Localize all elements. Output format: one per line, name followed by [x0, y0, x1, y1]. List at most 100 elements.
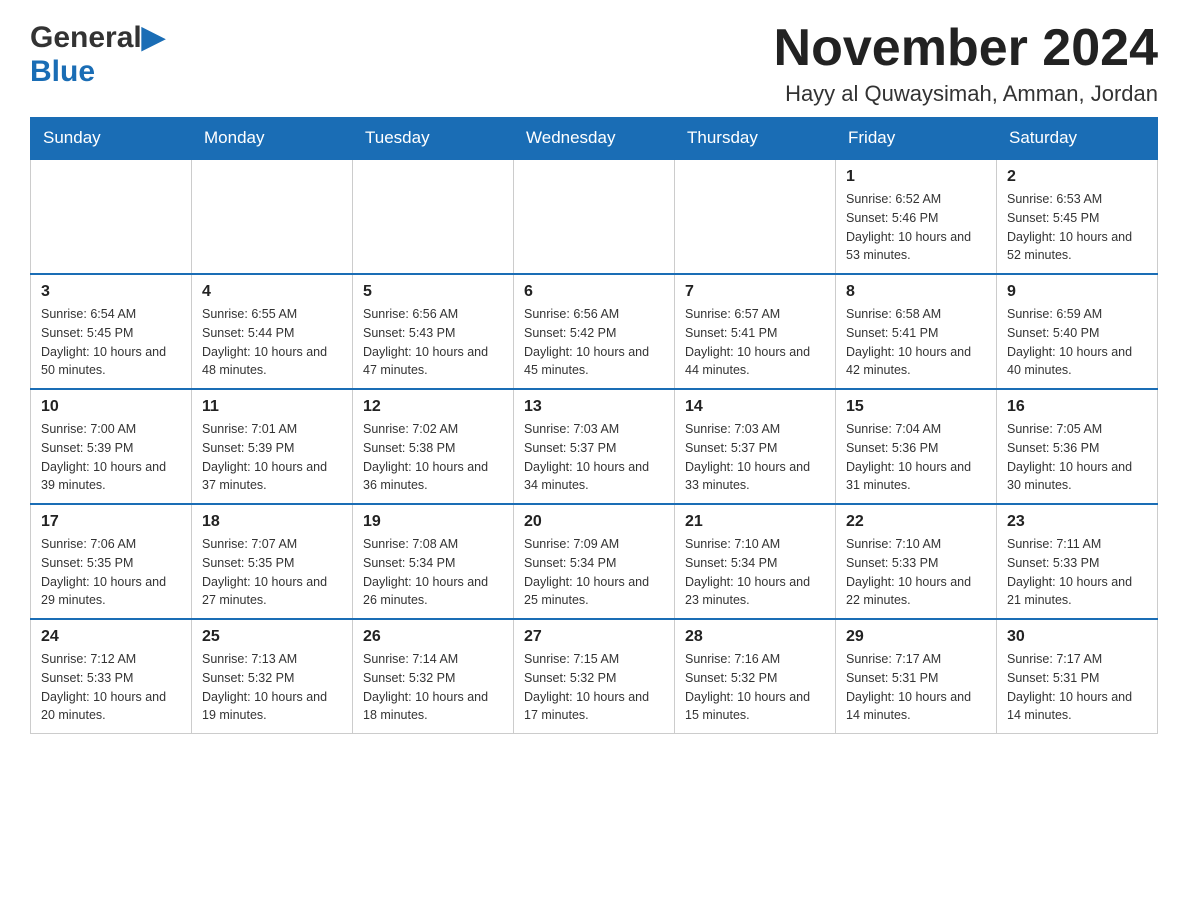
day-number: 14	[685, 398, 825, 416]
weekday-header-row: Sunday Monday Tuesday Wednesday Thursday…	[31, 118, 1158, 160]
calendar-cell	[675, 159, 836, 274]
day-info: Sunrise: 7:11 AMSunset: 5:33 PMDaylight:…	[1007, 535, 1147, 610]
day-number: 3	[41, 283, 181, 301]
logo-text: General▶	[30, 20, 165, 55]
calendar-cell: 17Sunrise: 7:06 AMSunset: 5:35 PMDayligh…	[31, 504, 192, 619]
week-row-5: 24 Sunrise: 7:12 AMSunset: 5:33 PMDayligh…	[31, 619, 1158, 734]
calendar-cell: 21 Sunrise: 7:10 AMSunset: 5:34 PMDayligh…	[675, 504, 836, 619]
day-number: 23	[1007, 513, 1147, 531]
calendar-cell: 29 Sunrise: 7:17 AMSunset: 5:31 PMDayligh…	[836, 619, 997, 734]
calendar-cell	[514, 159, 675, 274]
header-monday: Monday	[192, 118, 353, 160]
day-info: Sunrise: 7:02 AMSunset: 5:38 PMDaylight:…	[363, 420, 503, 495]
logo-blue-text: Blue	[30, 55, 95, 88]
header-wednesday: Wednesday	[514, 118, 675, 160]
calendar-cell: 22 Sunrise: 7:10 AMSunset: 5:33 PMDayligh…	[836, 504, 997, 619]
day-info: Sunrise: 7:08 AMSunset: 5:34 PMDaylight:…	[363, 535, 503, 610]
calendar-cell	[192, 159, 353, 274]
day-number: 19	[363, 513, 503, 531]
page-header: General▶ Blue November 2024 Hayy al Quwa…	[30, 20, 1158, 107]
day-info: Sunrise: 6:53 AMSunset: 5:45 PMDaylight:…	[1007, 190, 1147, 265]
calendar-cell: 5 Sunrise: 6:56 AMSunset: 5:43 PMDaylight…	[353, 274, 514, 389]
day-info: Sunrise: 7:03 AMSunset: 5:37 PMDaylight:…	[685, 420, 825, 495]
calendar-cell: 27Sunrise: 7:15 AMSunset: 5:32 PMDayligh…	[514, 619, 675, 734]
day-info: Sunrise: 6:54 AMSunset: 5:45 PMDaylight:…	[41, 305, 181, 380]
day-number: 2	[1007, 168, 1147, 186]
day-info: Sunrise: 7:10 AMSunset: 5:33 PMDaylight:…	[846, 535, 986, 610]
day-number: 28	[685, 628, 825, 646]
day-info: Sunrise: 6:57 AMSunset: 5:41 PMDaylight:…	[685, 305, 825, 380]
day-info: Sunrise: 7:00 AMSunset: 5:39 PMDaylight:…	[41, 420, 181, 495]
calendar-cell: 9Sunrise: 6:59 AMSunset: 5:40 PMDaylight…	[997, 274, 1158, 389]
logo-blue-triangle: ▶	[142, 21, 165, 54]
calendar-cell: 20Sunrise: 7:09 AMSunset: 5:34 PMDayligh…	[514, 504, 675, 619]
day-number: 7	[685, 283, 825, 301]
day-info: Sunrise: 7:17 AMSunset: 5:31 PMDaylight:…	[1007, 650, 1147, 725]
day-info: Sunrise: 7:10 AMSunset: 5:34 PMDaylight:…	[685, 535, 825, 610]
calendar-cell: 18 Sunrise: 7:07 AMSunset: 5:35 PMDayligh…	[192, 504, 353, 619]
day-number: 26	[363, 628, 503, 646]
day-info: Sunrise: 7:15 AMSunset: 5:32 PMDaylight:…	[524, 650, 664, 725]
calendar-cell: 19 Sunrise: 7:08 AMSunset: 5:34 PMDayligh…	[353, 504, 514, 619]
day-info: Sunrise: 7:12 AMSunset: 5:33 PMDaylight:…	[41, 650, 181, 725]
day-info: Sunrise: 6:56 AMSunset: 5:43 PMDaylight:…	[363, 305, 503, 380]
day-info: Sunrise: 7:07 AMSunset: 5:35 PMDaylight:…	[202, 535, 342, 610]
calendar-cell: 1 Sunrise: 6:52 AMSunset: 5:46 PMDaylight…	[836, 159, 997, 274]
month-title: November 2024	[774, 20, 1158, 77]
day-number: 12	[363, 398, 503, 416]
week-row-1: 1 Sunrise: 6:52 AMSunset: 5:46 PMDaylight…	[31, 159, 1158, 274]
header-sunday: Sunday	[31, 118, 192, 160]
day-number: 10	[41, 398, 181, 416]
day-info: Sunrise: 7:13 AMSunset: 5:32 PMDaylight:…	[202, 650, 342, 725]
day-number: 30	[1007, 628, 1147, 646]
day-number: 22	[846, 513, 986, 531]
calendar-cell: 23 Sunrise: 7:11 AMSunset: 5:33 PMDayligh…	[997, 504, 1158, 619]
calendar-cell: 24 Sunrise: 7:12 AMSunset: 5:33 PMDayligh…	[31, 619, 192, 734]
day-number: 21	[685, 513, 825, 531]
day-number: 18	[202, 513, 342, 531]
day-info: Sunrise: 7:16 AMSunset: 5:32 PMDaylight:…	[685, 650, 825, 725]
calendar-cell	[353, 159, 514, 274]
day-number: 1	[846, 168, 986, 186]
week-row-4: 17Sunrise: 7:06 AMSunset: 5:35 PMDayligh…	[31, 504, 1158, 619]
calendar-cell: 11Sunrise: 7:01 AMSunset: 5:39 PMDayligh…	[192, 389, 353, 504]
day-info: Sunrise: 6:58 AMSunset: 5:41 PMDaylight:…	[846, 305, 986, 380]
calendar-cell: 2 Sunrise: 6:53 AMSunset: 5:45 PMDaylight…	[997, 159, 1158, 274]
header-friday: Friday	[836, 118, 997, 160]
week-row-3: 10 Sunrise: 7:00 AMSunset: 5:39 PMDayligh…	[31, 389, 1158, 504]
day-info: Sunrise: 6:56 AMSunset: 5:42 PMDaylight:…	[524, 305, 664, 380]
calendar-cell: 10 Sunrise: 7:00 AMSunset: 5:39 PMDayligh…	[31, 389, 192, 504]
calendar-cell	[31, 159, 192, 274]
location-title: Hayy al Quwaysimah, Amman, Jordan	[774, 81, 1158, 107]
day-info: Sunrise: 7:17 AMSunset: 5:31 PMDaylight:…	[846, 650, 986, 725]
day-number: 29	[846, 628, 986, 646]
day-info: Sunrise: 7:14 AMSunset: 5:32 PMDaylight:…	[363, 650, 503, 725]
day-number: 16	[1007, 398, 1147, 416]
calendar-cell: 25Sunrise: 7:13 AMSunset: 5:32 PMDayligh…	[192, 619, 353, 734]
calendar-table: Sunday Monday Tuesday Wednesday Thursday…	[30, 117, 1158, 734]
day-info: Sunrise: 7:01 AMSunset: 5:39 PMDaylight:…	[202, 420, 342, 495]
day-number: 15	[846, 398, 986, 416]
calendar-cell: 7 Sunrise: 6:57 AMSunset: 5:41 PMDaylight…	[675, 274, 836, 389]
calendar-cell: 12 Sunrise: 7:02 AMSunset: 5:38 PMDayligh…	[353, 389, 514, 504]
header-tuesday: Tuesday	[353, 118, 514, 160]
title-area: November 2024 Hayy al Quwaysimah, Amman,…	[774, 20, 1158, 107]
day-info: Sunrise: 6:59 AMSunset: 5:40 PMDaylight:…	[1007, 305, 1147, 380]
day-number: 4	[202, 283, 342, 301]
day-number: 6	[524, 283, 664, 301]
calendar-cell: 16Sunrise: 7:05 AMSunset: 5:36 PMDayligh…	[997, 389, 1158, 504]
day-info: Sunrise: 7:04 AMSunset: 5:36 PMDaylight:…	[846, 420, 986, 495]
day-info: Sunrise: 6:52 AMSunset: 5:46 PMDaylight:…	[846, 190, 986, 265]
calendar-cell: 14 Sunrise: 7:03 AMSunset: 5:37 PMDayligh…	[675, 389, 836, 504]
calendar-cell: 8 Sunrise: 6:58 AMSunset: 5:41 PMDaylight…	[836, 274, 997, 389]
day-number: 24	[41, 628, 181, 646]
calendar-cell: 4Sunrise: 6:55 AMSunset: 5:44 PMDaylight…	[192, 274, 353, 389]
day-info: Sunrise: 7:09 AMSunset: 5:34 PMDaylight:…	[524, 535, 664, 610]
calendar-cell: 3 Sunrise: 6:54 AMSunset: 5:45 PMDaylight…	[31, 274, 192, 389]
calendar-cell: 15 Sunrise: 7:04 AMSunset: 5:36 PMDayligh…	[836, 389, 997, 504]
day-number: 17	[41, 513, 181, 531]
calendar-cell: 13Sunrise: 7:03 AMSunset: 5:37 PMDayligh…	[514, 389, 675, 504]
day-number: 8	[846, 283, 986, 301]
day-number: 5	[363, 283, 503, 301]
day-number: 13	[524, 398, 664, 416]
